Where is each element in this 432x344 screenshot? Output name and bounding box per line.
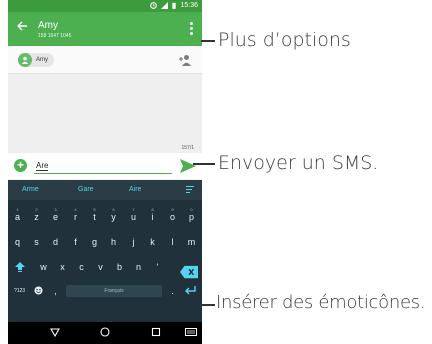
key-z[interactable]: 2z — [27, 206, 46, 228]
key-u[interactable]: 7u — [124, 206, 143, 228]
suggestion-1[interactable]: Arme — [22, 186, 39, 193]
key-t[interactable]: 5t — [85, 206, 104, 228]
key-l[interactable]: l — [163, 231, 182, 253]
signal-icon — [161, 2, 169, 9]
keyboard: Arme Gare Aire 1a 2z 3e 4r 5t 6y 7u 8i 9… — [8, 180, 202, 322]
key-n[interactable]: n — [129, 256, 148, 278]
status-time: 15:36 — [180, 2, 198, 9]
key-w[interactable]: w — [34, 256, 53, 278]
contact-number: 158 1647 1045 — [38, 33, 72, 39]
message-thread — [8, 74, 202, 152]
more-vert-icon[interactable] — [188, 21, 194, 37]
key-row-3: w x c v b n ' — [8, 256, 202, 279]
phone-screen: 15:36 Amy 158 1647 1045 Amy 157/1 + Are … — [8, 0, 202, 344]
callout-line-send-sms — [193, 163, 215, 165]
add-person-icon[interactable] — [178, 53, 192, 67]
recipient-chip-label: Amy — [36, 57, 48, 63]
recipient-chip[interactable]: Amy — [18, 53, 54, 67]
key-row-4: ?123 , Français . — [8, 280, 202, 302]
callout-insert-emoticons: Insérer des émoticônes. — [216, 292, 426, 313]
composer: + Are — [8, 153, 202, 179]
keyboard-icon[interactable] — [185, 327, 197, 337]
plus-circle-icon[interactable]: + — [14, 159, 27, 172]
callout-more-options: Plus d’options — [218, 29, 351, 51]
key-d[interactable]: d — [46, 231, 65, 253]
suggestion-strip: Arme Gare Aire — [8, 180, 202, 200]
person-icon — [18, 53, 32, 67]
key-y[interactable]: 6y — [104, 206, 123, 228]
shift-icon[interactable] — [10, 256, 29, 278]
alarm-icon — [150, 2, 158, 9]
keyboard-menu-icon[interactable] — [186, 186, 194, 194]
callout-line-more-options — [201, 40, 215, 42]
conversation-header: Amy 158 1647 1045 — [8, 12, 202, 46]
key-e[interactable]: 3e — [46, 206, 65, 228]
key-row-2: q s d f g h j k l m — [8, 231, 202, 253]
suggestion-2[interactable]: Gare — [78, 186, 94, 193]
char-counter: 157/1 — [181, 145, 194, 151]
navigation-bar — [8, 322, 202, 344]
key-p[interactable]: 0p — [182, 206, 201, 228]
key-g[interactable]: g — [85, 231, 104, 253]
contact-name: Amy — [38, 20, 58, 31]
key-m[interactable]: m — [182, 231, 201, 253]
arrow-left-icon[interactable] — [16, 20, 28, 32]
symbols-key[interactable]: ?123 — [10, 280, 29, 302]
key-f[interactable]: f — [66, 231, 85, 253]
key-s[interactable]: s — [27, 231, 46, 253]
message-text: Are — [36, 161, 49, 171]
suggestion-3[interactable]: Aire — [129, 186, 141, 193]
enter-icon[interactable] — [184, 286, 196, 296]
recipients-bar: Amy — [8, 46, 202, 74]
key-a[interactable]: 1a — [8, 206, 27, 228]
stage: { "status_bar": { "time": "15:36" }, "he… — [0, 0, 432, 344]
key-b[interactable]: b — [110, 256, 129, 278]
square-recents-icon[interactable] — [151, 327, 161, 337]
space-bar[interactable]: Français — [66, 285, 162, 297]
status-bar: 15:36 — [8, 0, 202, 12]
key-apostrophe[interactable]: ' — [148, 256, 167, 278]
period-key[interactable]: . — [163, 280, 182, 302]
key-j[interactable]: j — [124, 231, 143, 253]
comma-key[interactable]: , — [46, 280, 65, 302]
key-o[interactable]: 9o — [163, 206, 182, 228]
key-v[interactable]: v — [91, 256, 110, 278]
key-r[interactable]: 4r — [66, 206, 85, 228]
send-icon[interactable] — [180, 159, 196, 173]
callout-send-sms: Envoyer un SMS. — [218, 152, 379, 174]
callout-line-insert-emoticons — [200, 304, 215, 306]
key-row-1: 1a 2z 3e 4r 5t 6y 7u 8i 9o 0p — [8, 206, 202, 228]
input-underline — [34, 173, 172, 174]
message-input[interactable]: Are — [36, 161, 49, 171]
key-h[interactable]: h — [104, 231, 123, 253]
battery-icon — [172, 2, 177, 9]
key-q[interactable]: q — [8, 231, 27, 253]
key-c[interactable]: c — [72, 256, 91, 278]
key-x[interactable]: x — [53, 256, 72, 278]
key-k[interactable]: k — [143, 231, 162, 253]
circle-home-icon[interactable] — [100, 327, 110, 337]
triangle-back-icon[interactable] — [50, 327, 60, 337]
key-i[interactable]: 8i — [143, 206, 162, 228]
